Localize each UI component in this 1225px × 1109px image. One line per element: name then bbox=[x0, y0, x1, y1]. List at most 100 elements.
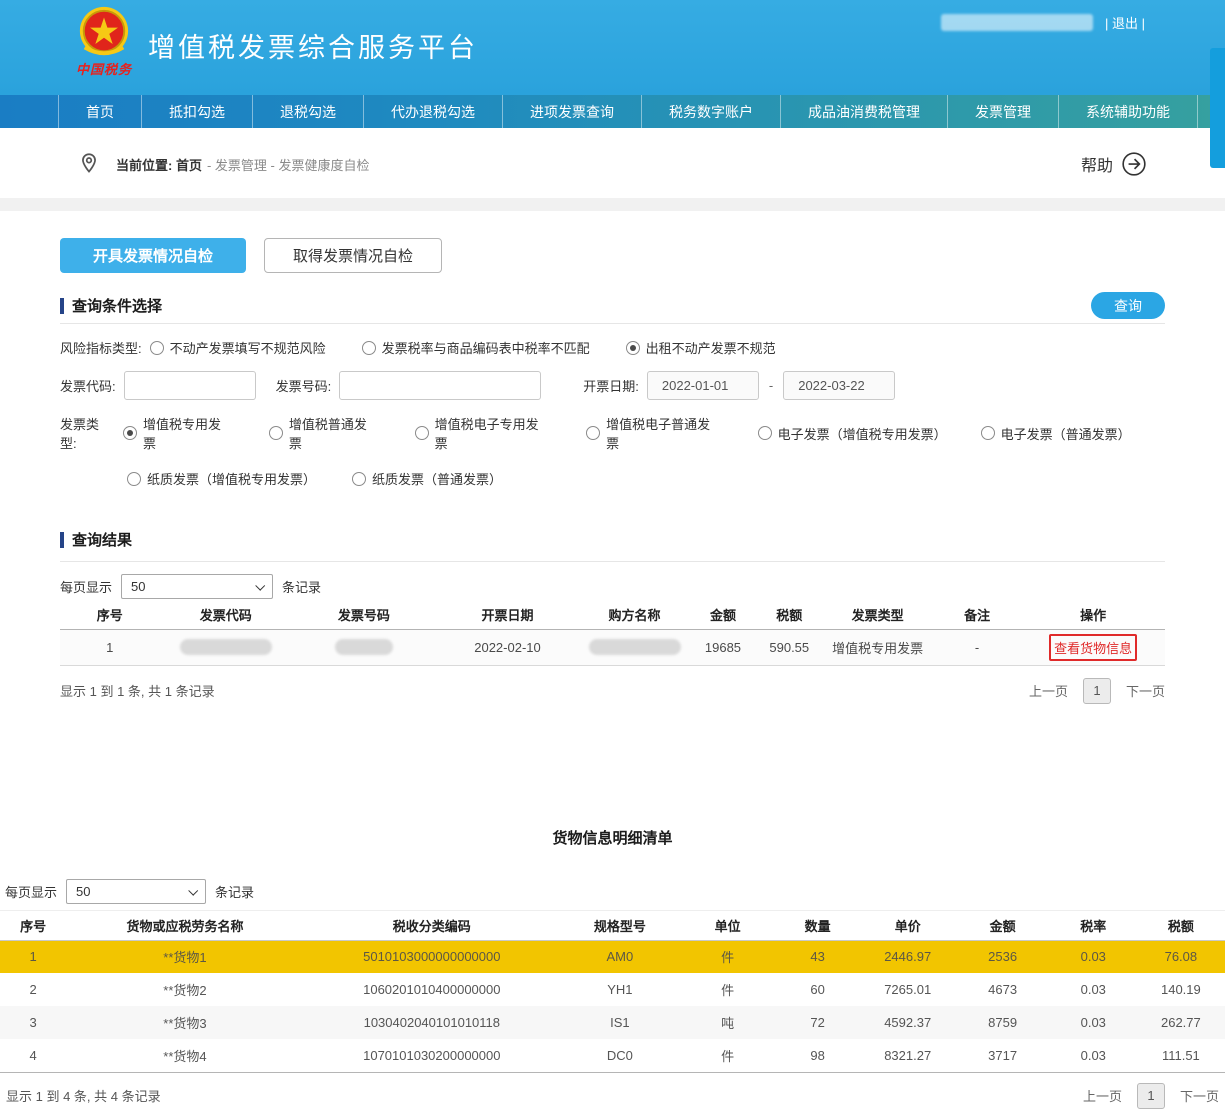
date-separator: - bbox=[769, 378, 773, 393]
cell-tax-rate: 0.03 bbox=[1050, 1039, 1137, 1072]
cell-tax-class-code: 5010103000000000000 bbox=[304, 940, 560, 973]
col-issue-date: 开票日期 bbox=[436, 601, 580, 629]
results-per-page: 每页显示 50 条记录 bbox=[60, 574, 1165, 599]
tab-bar: 开具发票情况自检 取得发票情况自检 bbox=[60, 238, 1165, 273]
type-option-e-special[interactable]: 增值税电子专用发票 bbox=[415, 414, 551, 452]
cell-unit: 件 bbox=[680, 940, 776, 973]
invoice-number-label: 发票号码: bbox=[276, 376, 332, 395]
per-page-value: 50 bbox=[131, 579, 145, 594]
cell-seq: 1 bbox=[60, 629, 159, 665]
results-section-title: 查询结果 bbox=[72, 529, 132, 550]
cell-issue-date: 2022-02-10 bbox=[436, 629, 580, 665]
type-option-paper-general[interactable]: 纸质发票（普通发票） bbox=[352, 469, 502, 488]
breadcrumb-current: 当前位置: 首页 bbox=[116, 155, 202, 174]
results-footer: 显示 1 到 1 条, 共 1 条记录 上一页 1 下一页 bbox=[60, 678, 1165, 704]
cell-goods-name: **货物3 bbox=[66, 1006, 304, 1039]
cell-amount: 8759 bbox=[955, 1006, 1049, 1039]
table-row: 1 2022-02-10 19685 590.55 增值税专用发票 - 查看货物… bbox=[60, 629, 1165, 665]
cell-seq: 2 bbox=[0, 973, 66, 1006]
col-invoice-type: 发票类型 bbox=[822, 601, 933, 629]
side-flyout-tab[interactable] bbox=[1210, 48, 1225, 168]
chevron-down-icon bbox=[255, 581, 265, 591]
nav-item-oil-tax-mgmt[interactable]: 成品油消费税管理 bbox=[781, 95, 948, 128]
location-icon bbox=[76, 151, 102, 177]
cell-tax-class-code: 1070101030200000000 bbox=[304, 1039, 560, 1072]
next-page-button[interactable]: 下一页 bbox=[1180, 1086, 1219, 1105]
nav-item-deduction-check[interactable]: 抵扣勾选 bbox=[142, 95, 253, 128]
radio-checked-icon bbox=[626, 341, 640, 355]
goods-detail-table: 序号 货物或应税劳务名称 税收分类编码 规格型号 单位 数量 单价 金额 税率 … bbox=[0, 910, 1225, 1073]
type-option-general[interactable]: 增值税普通发票 bbox=[269, 414, 379, 452]
section-bar bbox=[60, 532, 64, 548]
cell-tax-amount: 262.77 bbox=[1137, 1006, 1225, 1039]
col-invoice-code: 发票代码 bbox=[159, 601, 292, 629]
view-goods-info-link[interactable]: 查看货物信息 bbox=[1049, 634, 1137, 661]
logout-link[interactable]: | 退出 | bbox=[1105, 13, 1145, 32]
cell-quantity: 43 bbox=[775, 940, 860, 973]
results-header-row: 序号 发票代码 发票号码 开票日期 购方名称 金额 税额 发票类型 备注 操作 bbox=[60, 601, 1165, 629]
radio-icon bbox=[586, 426, 600, 440]
detail-per-page-select[interactable]: 50 bbox=[66, 879, 206, 904]
section-divider bbox=[60, 323, 1165, 324]
section-divider bbox=[60, 561, 1165, 562]
page-number-button[interactable]: 1 bbox=[1137, 1083, 1165, 1109]
nav-item-input-invoice-query[interactable]: 进项发票查询 bbox=[503, 95, 642, 128]
prev-page-button[interactable]: 上一页 bbox=[1029, 681, 1068, 700]
type-option-einvoice-special[interactable]: 电子发票（增值税专用发票） bbox=[758, 424, 945, 443]
cell-spec-model: YH1 bbox=[560, 973, 680, 1006]
search-button[interactable]: 查询 bbox=[1091, 292, 1165, 319]
cell-seq: 3 bbox=[0, 1006, 66, 1039]
tab-received-invoice-selfcheck[interactable]: 取得发票情况自检 bbox=[264, 238, 442, 273]
type-option-e-general[interactable]: 增值税电子普通发票 bbox=[586, 414, 722, 452]
invoice-type-label: 发票类型: bbox=[60, 414, 115, 452]
nav-item-tax-refund-check[interactable]: 退税勾选 bbox=[253, 95, 364, 128]
nav-item-home[interactable]: 首页 bbox=[58, 95, 142, 128]
cell-tax: 590.55 bbox=[756, 629, 822, 665]
invoice-code-input[interactable] bbox=[124, 371, 256, 400]
query-section-title: 查询条件选择 bbox=[72, 295, 162, 316]
risk-option-2[interactable]: 发票税率与商品编码表中税率不匹配 bbox=[362, 338, 590, 357]
tab-issued-invoice-selfcheck[interactable]: 开具发票情况自检 bbox=[60, 238, 246, 273]
cell-seq: 4 bbox=[0, 1039, 66, 1072]
invoice-code-label: 发票代码: bbox=[60, 376, 116, 395]
nav-item-agent-refund-check[interactable]: 代办退税勾选 bbox=[364, 95, 503, 128]
nav-item-invoice-mgmt[interactable]: 发票管理 bbox=[948, 95, 1059, 128]
risk-option-1[interactable]: 不动产发票填写不规范风险 bbox=[150, 338, 326, 357]
page-number-button[interactable]: 1 bbox=[1083, 678, 1111, 704]
per-page-select[interactable]: 50 bbox=[121, 574, 273, 599]
per-page-label: 每页显示 bbox=[5, 882, 57, 901]
main-content: 开具发票情况自检 取得发票情况自检 查询条件选择 查询 风险指标类型: 不动产发… bbox=[0, 238, 1225, 704]
nav-item-system-aux[interactable]: 系统辅助功能 bbox=[1059, 95, 1198, 128]
help-link[interactable]: 帮助 bbox=[1081, 151, 1147, 177]
risk-option-3[interactable]: 出租不动产发票不规范 bbox=[626, 338, 776, 357]
next-page-button[interactable]: 下一页 bbox=[1126, 681, 1165, 700]
date-from-input[interactable]: 2022-01-01 bbox=[647, 371, 759, 400]
table-row[interactable]: 2 **货物2 1060201010400000000 YH1 件 60 726… bbox=[0, 973, 1225, 1006]
table-row-highlighted[interactable]: 1 **货物1 5010103000000000000 AM0 件 43 244… bbox=[0, 940, 1225, 973]
cell-seq: 1 bbox=[0, 940, 66, 973]
date-to-input[interactable]: 2022-03-22 bbox=[783, 371, 895, 400]
col-invoice-number: 发票号码 bbox=[292, 601, 436, 629]
cell-spec-model: IS1 bbox=[560, 1006, 680, 1039]
nav-item-digital-account[interactable]: 税务数字账户 bbox=[642, 95, 781, 128]
query-section-header: 查询条件选择 查询 bbox=[60, 292, 1165, 319]
results-pagination: 上一页 1 下一页 bbox=[1029, 678, 1165, 704]
main-nav: 首页 抵扣勾选 退税勾选 代办退税勾选 进项发票查询 税务数字账户 成品油消费税… bbox=[0, 95, 1225, 128]
type-option-paper-special[interactable]: 纸质发票（增值税专用发票） bbox=[127, 469, 316, 488]
cell-goods-name: **货物2 bbox=[66, 973, 304, 1006]
table-row[interactable]: 3 **货物3 1030402040101010118 IS1 吨 72 459… bbox=[0, 1006, 1225, 1039]
cell-unit-price: 4592.37 bbox=[860, 1006, 956, 1039]
col-amount: 金额 bbox=[955, 910, 1049, 940]
radio-icon bbox=[362, 341, 376, 355]
prev-page-button[interactable]: 上一页 bbox=[1083, 1086, 1122, 1105]
detail-footer: 显示 1 到 4 条, 共 4 条记录 上一页 1 下一页 bbox=[0, 1083, 1225, 1109]
col-tax: 税额 bbox=[756, 601, 822, 629]
table-row[interactable]: 4 **货物4 1070101030200000000 DC0 件 98 832… bbox=[0, 1039, 1225, 1072]
invoice-number-input[interactable] bbox=[339, 371, 541, 400]
breadcrumb: 当前位置: 首页 - 发票管理 - 发票健康度自检 帮助 bbox=[0, 142, 1225, 186]
type-option-special[interactable]: 增值税专用发票 bbox=[123, 414, 233, 452]
col-quantity: 数量 bbox=[775, 910, 860, 940]
col-remark: 备注 bbox=[933, 601, 1021, 629]
cell-goods-name: **货物4 bbox=[66, 1039, 304, 1072]
type-option-einvoice-general[interactable]: 电子发票（普通发票） bbox=[981, 424, 1129, 443]
